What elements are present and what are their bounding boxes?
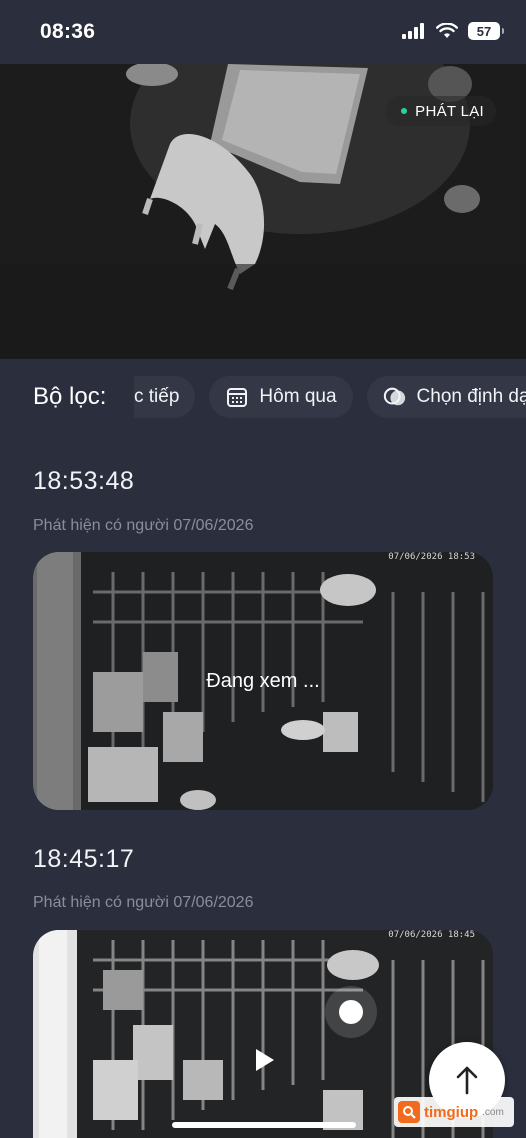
battery-icon: 57: [468, 22, 504, 40]
status-bar: 08:36 57: [0, 0, 526, 64]
watermark-logo: timgiup .com: [394, 1097, 514, 1127]
battery-level: 57: [476, 23, 492, 39]
home-indicator[interactable]: [172, 1122, 356, 1128]
format-icon: [383, 385, 407, 409]
watermark-tld: .com: [482, 1106, 504, 1118]
status-icons: 57: [402, 22, 504, 40]
filter-chip-label: Hôm qua: [259, 386, 337, 407]
filter-chip-live[interactable]: c tiếp: [134, 376, 196, 418]
viewing-indicator: Đang xem ...: [206, 669, 320, 692]
playback-status-dot: [401, 108, 408, 114]
playback-button[interactable]: PHÁT LẠI: [385, 96, 496, 126]
filter-chip-label: Chọn định dạ: [416, 386, 526, 407]
event-description: Phát hiện có người 07/06/2026: [33, 894, 254, 911]
filter-chip-format[interactable]: Chọn định dạ: [366, 376, 526, 418]
filter-chip-yesterday[interactable]: Hôm qua: [209, 376, 353, 418]
event-time: 18:53:48: [33, 467, 135, 495]
live-camera-view[interactable]: PHÁT LẠI: [0, 64, 526, 359]
thumbnail-timestamp: 07/06/2026 18:45: [388, 930, 475, 940]
cellular-signal-icon: [402, 23, 424, 39]
playback-label: PHÁT LẠI: [415, 102, 484, 120]
calendar-icon: [225, 385, 249, 409]
filter-bar: Bộ lọc: c tiếp Hôm qua Chọn định dạ: [0, 359, 526, 435]
play-icon[interactable]: [254, 1048, 276, 1077]
arrow-up-icon: [456, 1066, 478, 1095]
event-thumbnail[interactable]: 07/06/2026 18:53 Đang xem ...: [33, 552, 493, 810]
search-icon: [398, 1101, 420, 1123]
watermark-brand: timgiup: [424, 1103, 479, 1121]
event-list: 18:53:48 Phát hiện có người 07/06/2026 0…: [0, 435, 526, 1138]
event-time: 18:45:17: [33, 845, 135, 873]
wifi-icon: [436, 23, 458, 38]
event-description: Phát hiện có người 07/06/2026: [33, 517, 254, 534]
filter-chip-label: c tiếp: [134, 386, 180, 407]
status-time: 08:36: [40, 20, 96, 43]
filter-label: Bộ lọc:: [33, 383, 107, 410]
filter-chips[interactable]: c tiếp Hôm qua Chọn định dạ: [134, 376, 526, 418]
